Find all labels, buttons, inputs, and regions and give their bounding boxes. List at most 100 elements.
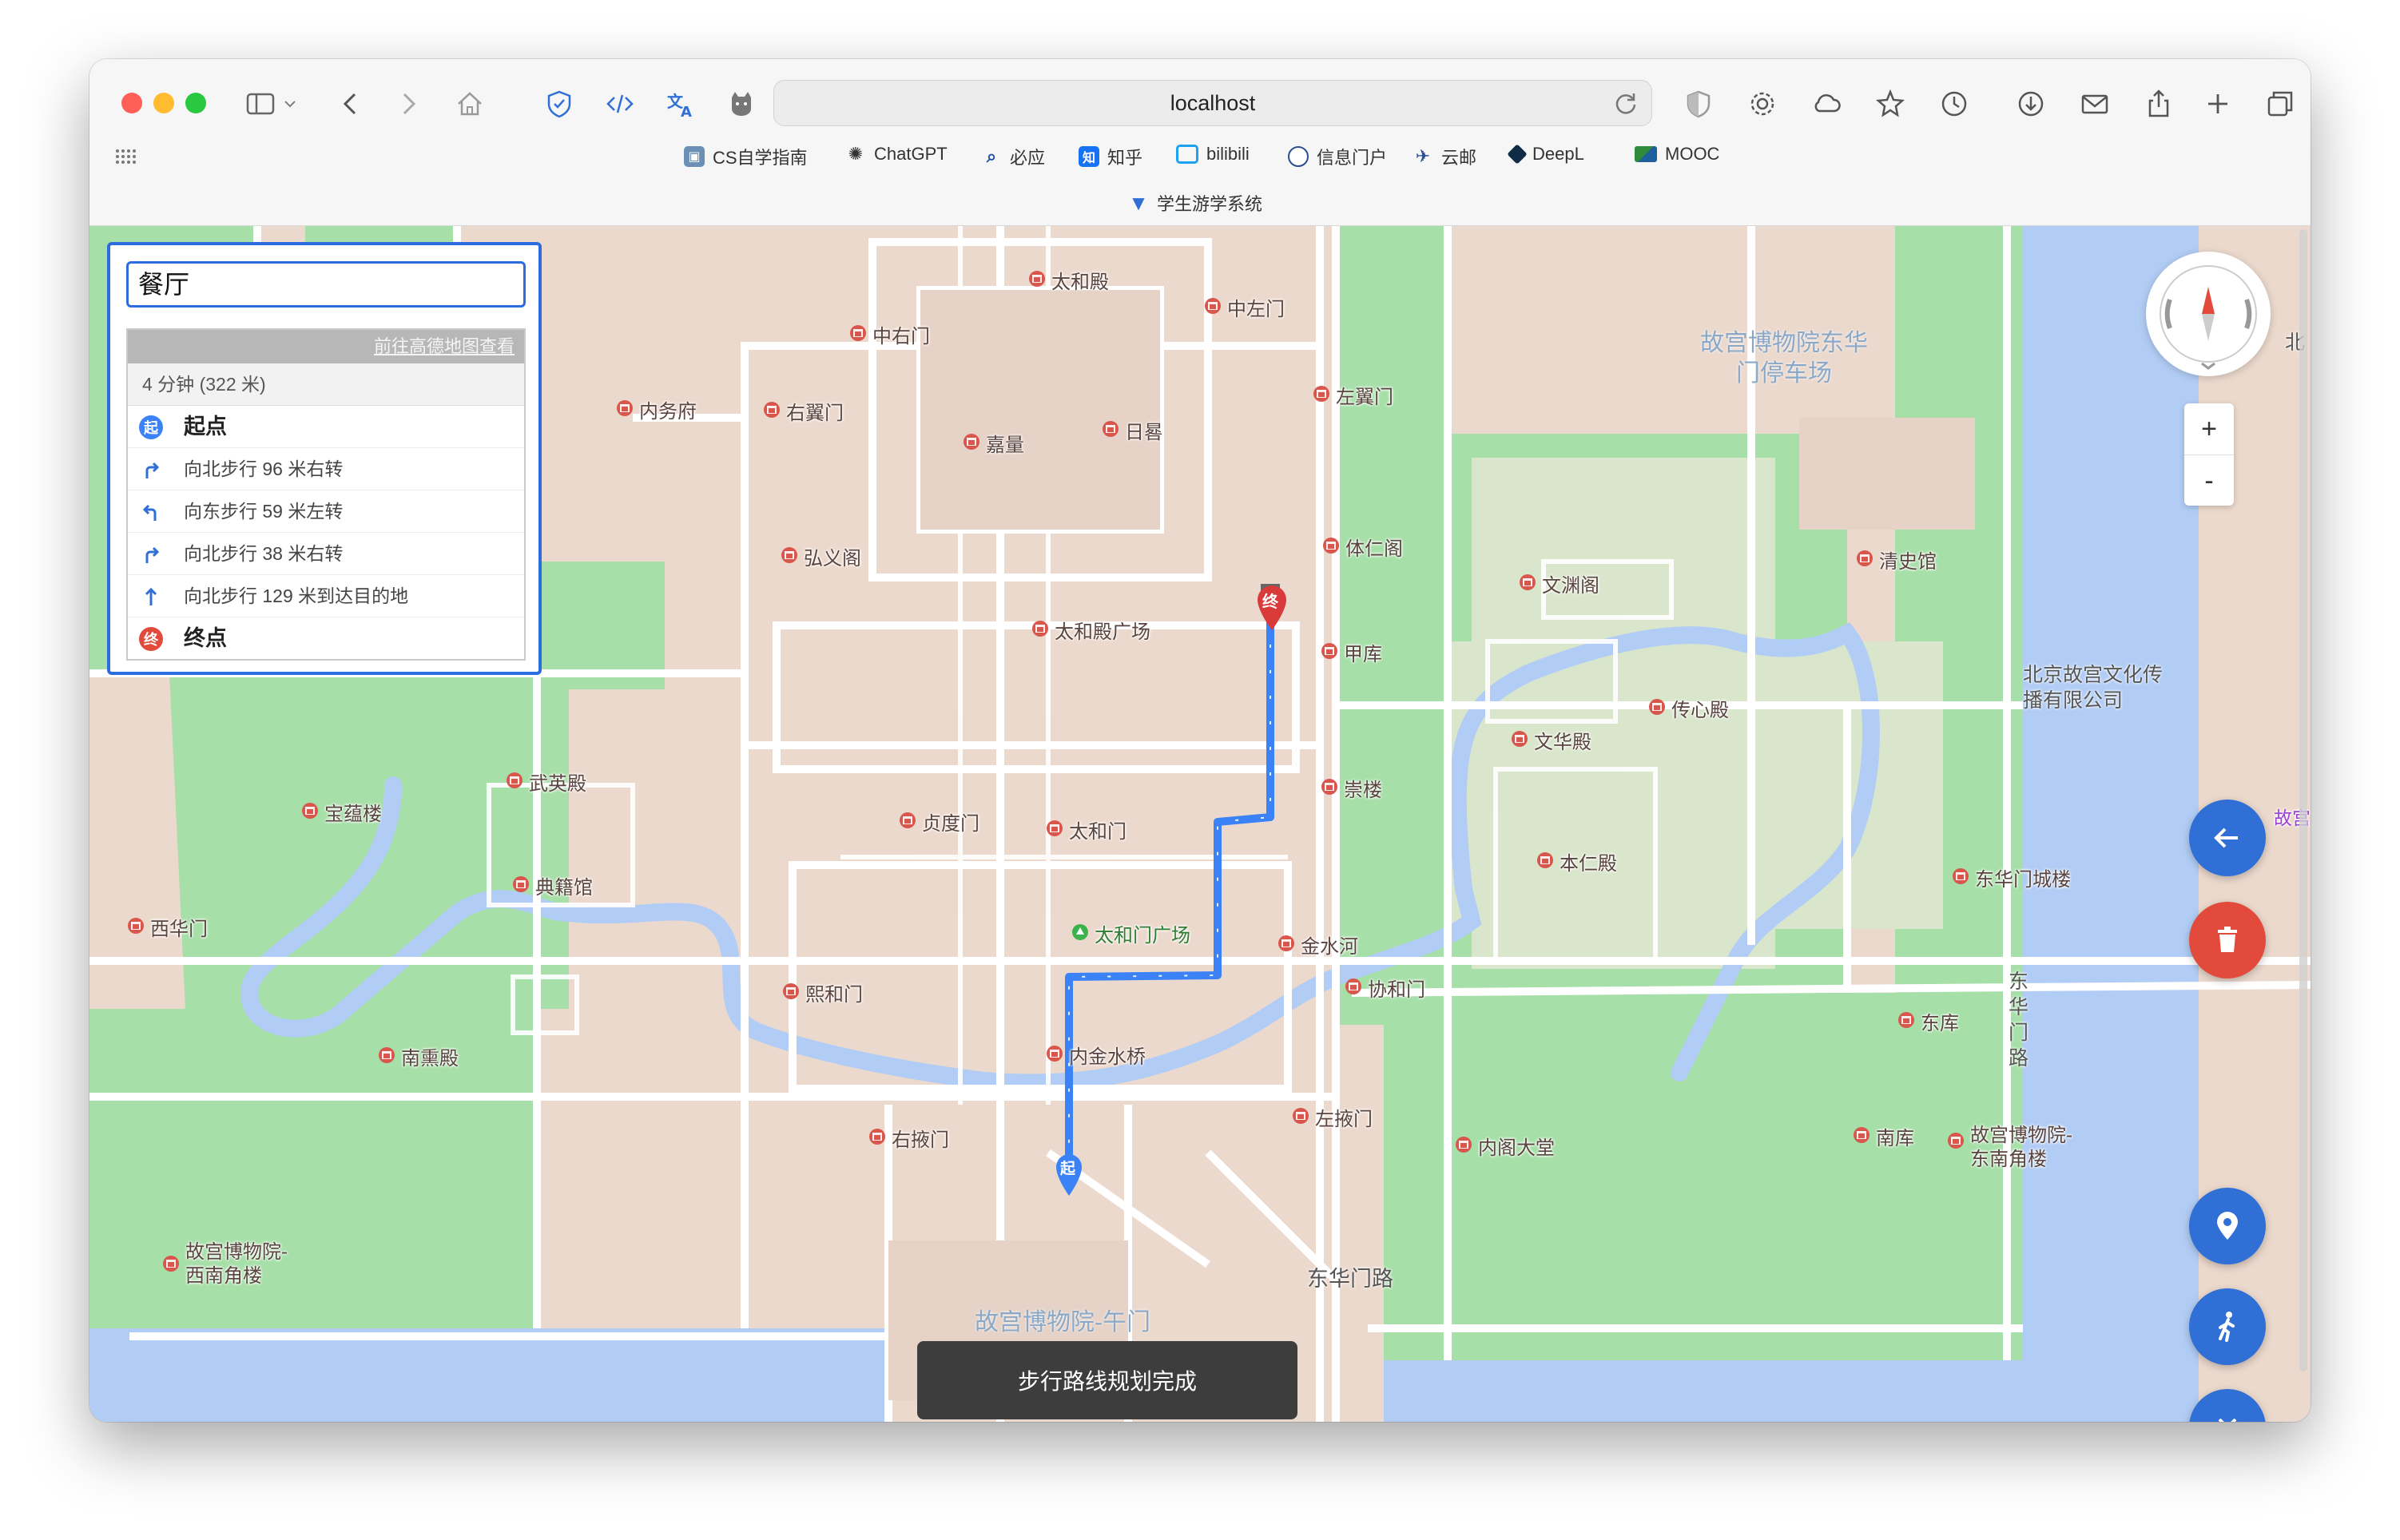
minimize-window-button[interactable]	[153, 93, 174, 113]
address-bar[interactable]: localhost	[773, 80, 1652, 126]
route-start-marker[interactable]: 起	[1055, 1153, 1083, 1197]
page-scrollbar[interactable]	[2299, 229, 2307, 1371]
bookmark-zhihu[interactable]: 知 知乎	[1079, 144, 1142, 169]
poi-marker[interactable]: 内务府	[615, 395, 697, 423]
map-canvas[interactable]: 太和殿 中左门 中右门 左翼门 内务府 右翼门 嘉量 日晷 体仁阁 弘义阁 清史…	[89, 226, 2311, 1422]
delete-button[interactable]	[2189, 902, 2266, 978]
poi-marker[interactable]: 左掖门	[1291, 1103, 1373, 1131]
start-badge-icon: 起	[139, 415, 163, 439]
poi-marker[interactable]: 故宫博物院-西南角楼	[161, 1240, 297, 1288]
bookmark-chatgpt[interactable]: ✺ ChatGPT	[845, 144, 948, 165]
location-button[interactable]	[2189, 1188, 2266, 1264]
poi-marker[interactable]: 宝蕴楼	[300, 798, 382, 826]
back-arrow-button[interactable]	[2189, 800, 2266, 876]
bookmark-portal[interactable]: 信息门户	[1288, 144, 1387, 169]
bookmark-bing[interactable]: ⌕ 必应	[981, 144, 1045, 169]
route-step[interactable]: 向北步行 129 米到达目的地	[128, 575, 524, 617]
zoom-out-button[interactable]: -	[2184, 454, 2234, 506]
bookmark-label: bilibili	[1206, 144, 1250, 164]
tab-overview-icon[interactable]	[2258, 81, 2303, 126]
share-icon[interactable]	[2136, 81, 2181, 126]
walk-mode-button[interactable]	[2189, 1288, 2266, 1365]
new-tab-icon[interactable]	[2195, 81, 2240, 126]
poi-marker[interactable]: 太和门	[1045, 816, 1126, 843]
poi-marker[interactable]: 崇楼	[1320, 774, 1382, 802]
reload-icon[interactable]	[1610, 87, 1642, 119]
route-step[interactable]: 终 终点	[128, 617, 524, 659]
poi-marker[interactable]: 太和门广场	[1071, 919, 1190, 947]
poi-marker[interactable]: 文华殿	[1510, 726, 1591, 754]
poi-marker[interactable]: 内阁大堂	[1454, 1132, 1555, 1160]
poi-marker[interactable]: 左翼门	[1312, 381, 1393, 409]
poi-marker[interactable]: 南库	[1852, 1122, 1914, 1150]
route-step[interactable]: 起 起点	[128, 406, 524, 448]
shield-icon[interactable]	[537, 81, 582, 126]
bookmark-study-system[interactable]: ▼ 学生游学系统	[1128, 190, 1262, 216]
poi-marker[interactable]: 甲库	[1320, 638, 1382, 666]
compass-control[interactable]	[2146, 252, 2271, 376]
cloud-icon[interactable]	[1804, 81, 1849, 126]
poi-marker[interactable]: 太和殿广场	[1031, 616, 1150, 644]
poi-marker[interactable]: 弘义阁	[780, 542, 861, 570]
poi-marker[interactable]: 右掖门	[868, 1124, 949, 1152]
route-step[interactable]: 向北步行 38 米右转	[128, 533, 524, 575]
location-pin-icon	[2217, 1212, 2238, 1240]
code-icon[interactable]	[598, 81, 642, 126]
poi-marker[interactable]: 体仁阁	[1321, 533, 1403, 561]
forward-icon[interactable]	[385, 81, 430, 126]
parking-area-label: 故宫博物院东华门停车场	[1700, 330, 1868, 387]
poi-marker[interactable]: 西华门	[126, 913, 208, 941]
history-icon[interactable]	[1932, 81, 1977, 126]
poi-marker[interactable]: 故宫博物院-东南角楼	[1946, 1124, 2082, 1172]
poi-marker[interactable]: 典籍馆	[511, 871, 593, 899]
poi-marker[interactable]: 日晷	[1101, 416, 1163, 444]
bookmark-cs-guide[interactable]: ▣ CS自学指南	[684, 144, 808, 169]
chevron-down-icon[interactable]	[278, 81, 302, 126]
poi-marker[interactable]: 清史馆	[1855, 546, 1937, 574]
poi-marker[interactable]: 贞度门	[898, 808, 979, 835]
star-icon[interactable]	[1868, 81, 1913, 126]
poi-marker[interactable]: 南熏殿	[377, 1042, 459, 1070]
poi-marker[interactable]: 武英殿	[505, 768, 586, 796]
poi-marker[interactable]: 东华门城楼	[1951, 863, 2071, 891]
poi-marker[interactable]: 东库	[1897, 1007, 1959, 1035]
bookmark-bilibili[interactable]: bilibili	[1176, 144, 1250, 165]
back-icon[interactable]	[329, 81, 374, 126]
poi-marker[interactable]: 太和殿	[1027, 266, 1109, 294]
translate-icon[interactable]: 文A	[658, 81, 703, 126]
poi-label: 西华门	[150, 919, 208, 940]
poi-marker[interactable]: 金水河	[1277, 931, 1358, 959]
mail-icon[interactable]	[2072, 81, 2117, 126]
close-window-button[interactable]	[121, 93, 142, 113]
poi-marker[interactable]: 协和门	[1344, 974, 1425, 1002]
download-icon[interactable]	[2009, 81, 2053, 126]
bookmark-mail[interactable]: ✈ 云邮	[1413, 144, 1476, 169]
search-input[interactable]: 餐厅	[126, 261, 526, 308]
poi-marker[interactable]: 熙和门	[781, 978, 863, 1006]
zoom-in-button[interactable]: +	[2184, 403, 2234, 454]
zoom-window-button[interactable]	[185, 93, 206, 113]
poi-marker[interactable]: 文渊阁	[1518, 570, 1599, 597]
bookmark-deepl[interactable]: DeepL	[1507, 144, 1584, 165]
poi-marker[interactable]: 右翼门	[762, 397, 844, 425]
privacy-shield-icon[interactable]	[1676, 81, 1721, 126]
bookmark-mooc[interactable]: MOOC	[1635, 144, 1719, 165]
cube-icon: ▣	[684, 146, 705, 167]
culture-company-label: 北京故宫文化传播有限公司	[2023, 664, 2164, 712]
route-step[interactable]: 向东步行 59 米左转	[128, 490, 524, 533]
poi-marker[interactable]: 内金水桥	[1045, 1041, 1146, 1069]
poi-marker[interactable]: 中右门	[848, 320, 930, 348]
poi-marker[interactable]: 传心殿	[1647, 694, 1729, 722]
sidebar-toggle-icon[interactable]	[238, 81, 283, 126]
bookmarks-grid-icon[interactable]	[115, 149, 137, 165]
home-icon[interactable]	[447, 81, 492, 126]
poi-marker[interactable]: 本仁殿	[1536, 847, 1617, 875]
route-end-marker[interactable]: 终	[1256, 584, 1288, 632]
gear-icon[interactable]	[1740, 81, 1785, 126]
poi-marker[interactable]: 中左门	[1203, 293, 1285, 321]
route-step[interactable]: 向北步行 96 米右转	[128, 448, 524, 490]
poi-marker[interactable]: 嘉量	[962, 429, 1024, 457]
extension-cat-icon[interactable]	[719, 81, 764, 126]
poi-label: 南库	[1876, 1128, 1914, 1149]
amap-link[interactable]: 前往高德地图查看	[128, 330, 524, 363]
